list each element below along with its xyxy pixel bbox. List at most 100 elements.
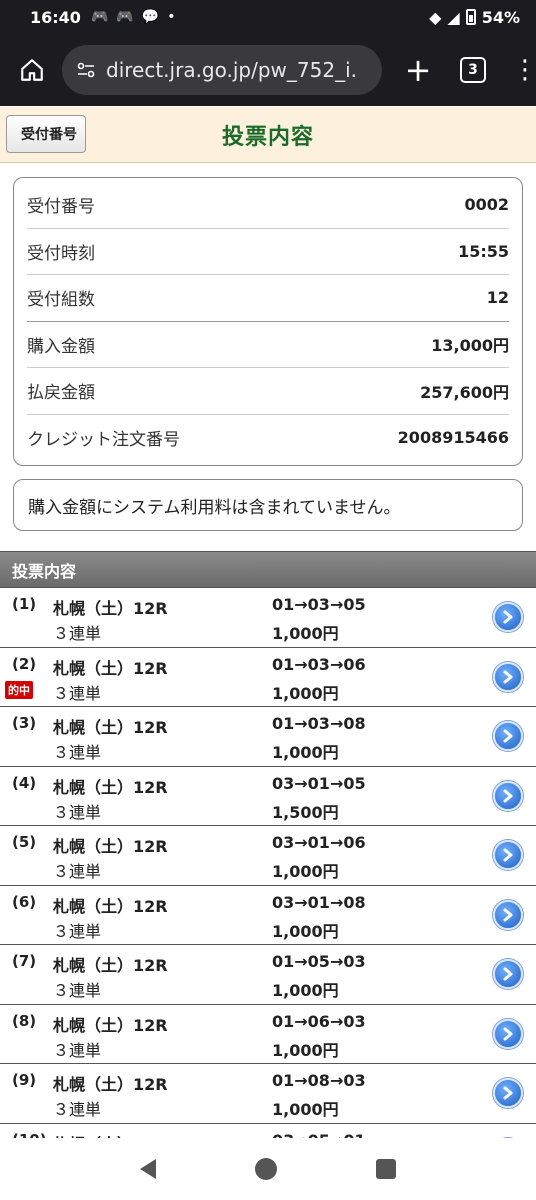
summary-value: 257,600円 bbox=[420, 382, 509, 402]
back-button[interactable]: 受付番号 bbox=[6, 115, 86, 153]
nav-recents-icon[interactable] bbox=[376, 1159, 397, 1179]
bet-type: ３連単 bbox=[53, 1040, 102, 1060]
nav-home-icon[interactable] bbox=[254, 1158, 277, 1180]
bet-combination: 03→01→08 bbox=[272, 892, 366, 912]
status-bar: 16:40 🎮 🎮 💬 • ◆ ◢ 54% bbox=[0, 0, 536, 34]
receipt-summary: 受付番号 0002 受付時刻 15:55 受付組数 12 購入金額 13,000… bbox=[13, 177, 523, 466]
summary-value: 2008915466 bbox=[397, 428, 509, 448]
chevron-right-icon[interactable] bbox=[493, 899, 523, 930]
game-controller-icon: 🎮 bbox=[116, 9, 134, 25]
chevron-right-icon[interactable] bbox=[493, 840, 523, 870]
summary-value: 12 bbox=[486, 288, 509, 308]
bet-row[interactable]: (8) 札幌（土）12R ３連単 01→06→03 1,000円 bbox=[0, 1005, 536, 1064]
bet-number: (6) bbox=[12, 892, 37, 911]
chevron-right-icon[interactable] bbox=[493, 959, 523, 989]
summary-row: 購入金額 13,000円 bbox=[27, 322, 509, 368]
site-settings-icon[interactable] bbox=[76, 60, 96, 80]
bet-venue: 札幌（土）12R bbox=[53, 658, 168, 678]
bet-row[interactable]: (1) 札幌（土）12R ３連単 01→03→05 1,000円 bbox=[0, 588, 536, 648]
bet-combination: 01→03→05 bbox=[272, 595, 366, 614]
bet-combination: 01→05→03 bbox=[272, 952, 366, 971]
bet-row[interactable]: (2) 的中 札幌（土）12R ３連単 01→03→06 1,000円 bbox=[0, 648, 536, 707]
game-controller-icon: 🎮 bbox=[90, 9, 109, 25]
bet-amount: 1,000円 bbox=[272, 624, 339, 643]
more-menu-icon[interactable]: ⋮ bbox=[512, 57, 536, 83]
bet-venue: 札幌（土）12R bbox=[53, 896, 168, 916]
bet-venue: 札幌（土）12R bbox=[53, 1075, 168, 1094]
bet-combination: 01→08→03 bbox=[272, 1071, 366, 1090]
status-right: ◆ ◢ 54% bbox=[429, 8, 520, 27]
bet-type: ３連単 bbox=[53, 862, 102, 881]
chevron-right-icon[interactable] bbox=[493, 1018, 523, 1049]
bet-amount: 1,000円 bbox=[272, 743, 339, 762]
bet-row[interactable]: (9) 札幌（土）12R ３連単 01→08→03 1,000円 bbox=[0, 1064, 536, 1124]
status-time: 16:40 bbox=[30, 7, 81, 27]
hit-badge: 的中 bbox=[5, 680, 33, 699]
summary-label: 受付組数 bbox=[27, 290, 95, 311]
bet-row[interactable]: (3) 札幌（土）12R ３連単 01→03→08 1,000円 bbox=[0, 707, 536, 767]
bet-type: ３連単 bbox=[53, 1100, 102, 1119]
bet-combination: 01→06→03 bbox=[272, 1011, 366, 1031]
bet-number: (8) bbox=[12, 1011, 37, 1030]
signal-icon: ◢ bbox=[447, 7, 460, 27]
bet-venue: 札幌（土）12R bbox=[53, 718, 168, 737]
battery-icon bbox=[465, 9, 476, 25]
summary-row: 払戻金額 257,600円 bbox=[27, 368, 509, 415]
bet-row[interactable]: (6) 札幌（土）12R ３連単 03→01→08 1,000円 bbox=[0, 886, 536, 945]
bet-type: ３連単 bbox=[53, 921, 102, 941]
bet-amount: 1,000円 bbox=[272, 1040, 339, 1060]
bet-type: ３連単 bbox=[53, 683, 102, 703]
tab-switcher-button[interactable]: 3 bbox=[460, 57, 486, 83]
system-nav-bar bbox=[0, 1138, 536, 1200]
summary-label: クレジット注文番号 bbox=[27, 430, 180, 451]
bet-combination: 01→03→06 bbox=[272, 654, 366, 674]
bet-amount: 1,000円 bbox=[272, 1100, 339, 1119]
bet-row[interactable]: (5) 札幌（土）12R ３連単 03→01→06 1,000円 bbox=[0, 826, 536, 886]
summary-row: 受付時刻 15:55 bbox=[27, 229, 509, 275]
nav-back-icon[interactable] bbox=[139, 1159, 156, 1179]
browser-toolbar: direct.jra.go.jp/pw_752_i. + 3 ⋮ bbox=[0, 34, 536, 106]
bet-number: (1) bbox=[12, 595, 37, 613]
battery-percent: 54% bbox=[481, 7, 520, 27]
bet-type: ３連単 bbox=[53, 624, 102, 643]
bet-type: ３連単 bbox=[53, 981, 102, 1000]
chevron-right-icon[interactable] bbox=[493, 661, 523, 692]
summary-label: 受付番号 bbox=[27, 197, 95, 218]
bet-venue: 札幌（土）12R bbox=[53, 1015, 168, 1035]
bet-number: (2) bbox=[12, 654, 37, 673]
address-bar[interactable]: direct.jra.go.jp/pw_752_i. bbox=[62, 45, 382, 95]
page-header: 受付番号 投票内容 bbox=[0, 107, 536, 163]
bet-venue: 札幌（土）12R bbox=[53, 837, 168, 856]
bet-row[interactable]: (4) 札幌（土）12R ３連単 03→01→05 1,500円 bbox=[0, 767, 536, 826]
bet-list: (1) 札幌（土）12R ３連単 01→03→05 1,000円 (2) 的中 札幌（土）12… bbox=[0, 587, 536, 1183]
bet-number: (7) bbox=[12, 952, 37, 970]
bet-amount: 1,000円 bbox=[272, 683, 339, 703]
bet-amount: 1,000円 bbox=[272, 921, 339, 941]
url-text: direct.jra.go.jp/pw_752_i. bbox=[106, 58, 357, 82]
bet-type: ３連単 bbox=[53, 802, 102, 822]
chevron-right-icon[interactable] bbox=[493, 1078, 523, 1108]
chevron-right-icon[interactable] bbox=[493, 602, 523, 632]
bet-combination: 01→03→08 bbox=[272, 714, 366, 733]
chevron-right-icon[interactable] bbox=[493, 721, 523, 751]
summary-label: 購入金額 bbox=[27, 336, 95, 357]
bet-amount: 1,000円 bbox=[272, 862, 339, 881]
bet-amount: 1,000円 bbox=[272, 981, 339, 1000]
bet-number: (5) bbox=[12, 833, 37, 851]
summary-row: 受付組数 12 bbox=[27, 275, 509, 322]
new-tab-icon[interactable]: + bbox=[398, 51, 438, 89]
bet-amount: 1,500円 bbox=[272, 802, 339, 822]
section-title: 投票内容 bbox=[0, 551, 536, 587]
bet-type: ３連単 bbox=[53, 743, 102, 762]
bet-combination: 03→01→06 bbox=[272, 833, 366, 852]
bet-number: (4) bbox=[12, 773, 37, 792]
bet-venue: 札幌（土）12R bbox=[53, 599, 168, 618]
summary-label: 払戻金額 bbox=[27, 383, 95, 404]
chevron-right-icon[interactable] bbox=[493, 780, 523, 811]
bet-venue: 札幌（土）12R bbox=[53, 956, 168, 975]
home-icon[interactable] bbox=[14, 52, 50, 88]
summary-value: 13,000円 bbox=[431, 336, 509, 356]
bet-row[interactable]: (7) 札幌（土）12R ３連単 01→05→03 1,000円 bbox=[0, 945, 536, 1005]
summary-row: 受付番号 0002 bbox=[27, 182, 509, 229]
summary-label: 受付時刻 bbox=[27, 243, 95, 264]
